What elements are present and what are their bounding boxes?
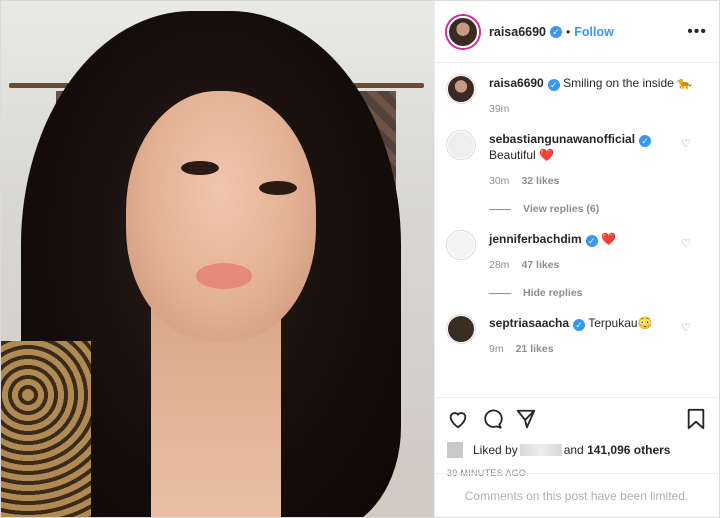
caption-text: Smiling on the inside 🐆 — [563, 76, 693, 90]
comment-username[interactable]: sebastiangunawanofficial — [489, 132, 635, 146]
verified-icon: ✓ — [550, 25, 563, 38]
heart-icon[interactable]: ♡ — [681, 137, 691, 150]
comment-time[interactable]: 9m — [489, 343, 504, 355]
comment-item: jenniferbachdim ✓ ❤️ 28m 47 likes ♡ — [447, 231, 705, 273]
likes-count[interactable]: 141,096 others — [587, 443, 670, 457]
instagram-post: raisa6690 ✓ • Follow ••• raisa6690 ✓ Smil… — [0, 0, 720, 518]
comment-likes[interactable]: 21 likes — [516, 343, 554, 355]
commenter-avatar[interactable] — [447, 131, 475, 159]
post-sidebar: raisa6690 ✓ • Follow ••• raisa6690 ✓ Smil… — [434, 1, 719, 517]
comment-username[interactable]: jenniferbachdim — [489, 232, 582, 246]
author-avatar[interactable] — [447, 75, 475, 103]
post-actions: Liked by and 141,096 others 39 MINUTES A… — [435, 397, 718, 478]
verified-icon: ✓ — [573, 319, 586, 331]
comment-time[interactable]: 30m — [489, 175, 509, 187]
comment-time[interactable]: 28m — [489, 259, 509, 271]
comment-text: Beautiful ❤️ — [489, 148, 554, 162]
post-header: raisa6690 ✓ • Follow ••• — [435, 1, 719, 63]
bookmark-icon[interactable] — [686, 408, 706, 430]
redacted-username — [519, 444, 562, 456]
comments-limited-notice: Comments on this post have been limited. — [435, 473, 718, 517]
post-photo[interactable] — [1, 1, 434, 517]
heart-icon[interactable]: ♡ — [681, 321, 691, 334]
comment-likes[interactable]: 47 likes — [521, 259, 559, 271]
verified-icon: ✓ — [639, 135, 652, 147]
author-avatar[interactable] — [447, 15, 479, 48]
liker-avatar[interactable] — [447, 442, 463, 458]
caption-time[interactable]: 39m — [489, 103, 509, 115]
hide-replies-button[interactable]: Hide replies — [489, 287, 705, 299]
comment-likes[interactable]: 32 likes — [521, 175, 559, 187]
follow-button[interactable]: Follow — [574, 25, 614, 39]
heart-icon[interactable]: ♡ — [681, 237, 691, 250]
heart-icon[interactable] — [447, 408, 469, 430]
comment-icon[interactable] — [481, 408, 503, 430]
comment-item: sebastiangunawanofficial ✓ Beautiful ❤️ 3… — [447, 131, 705, 189]
commenter-avatar[interactable] — [447, 315, 475, 343]
comment-text: Terpukau😳 — [588, 316, 653, 330]
commenter-avatar[interactable] — [447, 231, 475, 259]
share-icon[interactable] — [515, 408, 537, 430]
caption-username[interactable]: raisa6690 — [489, 76, 544, 90]
likes-summary: Liked by and 141,096 others — [447, 442, 706, 458]
verified-icon: ✓ — [547, 79, 560, 91]
author-username[interactable]: raisa6690 — [489, 25, 546, 39]
comment-username[interactable]: septriasaacha — [489, 316, 569, 330]
comment-item: septriasaacha ✓ Terpukau😳 9m 21 likes ♡ — [447, 315, 705, 357]
comment-text: ❤️ — [601, 232, 616, 246]
caption: raisa6690 ✓ Smiling on the inside 🐆 39m — [447, 75, 705, 117]
comments-list: raisa6690 ✓ Smiling on the inside 🐆 39m s… — [435, 63, 719, 357]
more-icon[interactable]: ••• — [687, 23, 707, 41]
verified-icon: ✓ — [585, 235, 598, 247]
view-replies-button[interactable]: View replies (6) — [489, 203, 705, 215]
